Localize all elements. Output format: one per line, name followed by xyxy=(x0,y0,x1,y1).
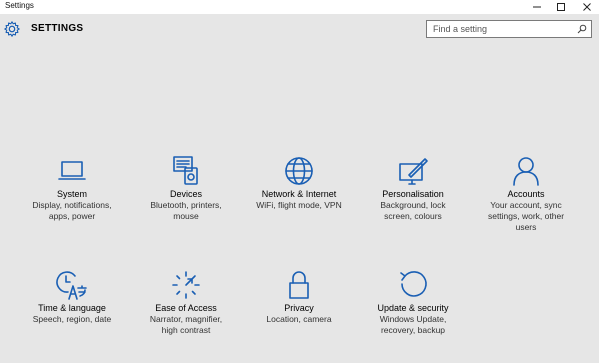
globe-icon xyxy=(285,157,313,185)
tile-devices-name: Devices xyxy=(169,189,202,199)
devices-icon xyxy=(173,156,198,185)
tile-privacy-desc-1: Location, camera xyxy=(266,314,332,324)
tile-ease-of-access-name: Ease of Access xyxy=(155,303,217,313)
tile-update-security-desc-1: Windows Update, xyxy=(379,314,447,324)
lock-icon xyxy=(289,271,309,299)
search-input[interactable]: Find a setting xyxy=(426,20,592,38)
tile-ease-of-access-desc-2: high contrast xyxy=(161,325,211,335)
maximize-button[interactable] xyxy=(548,0,574,14)
tile-network-desc-1: WiFi, flight mode, VPN xyxy=(256,200,342,210)
tile-update-security-name: Update & security xyxy=(377,303,449,313)
gear-icon xyxy=(4,21,20,37)
tile-system-desc-1: Display, notifications, xyxy=(32,200,112,210)
laptop-icon xyxy=(58,161,86,180)
tile-privacy[interactable]: Privacy Location, camera xyxy=(244,270,354,325)
personalisation-icon xyxy=(399,158,428,185)
title-bar: Settings xyxy=(0,0,599,14)
tile-accounts-desc-3: users xyxy=(515,222,537,232)
tile-system-name: System xyxy=(56,189,87,199)
tile-accounts-desc-1: Your account, sync xyxy=(490,200,562,210)
search-placeholder: Find a setting xyxy=(433,24,488,34)
tile-accounts-desc-2: settings, work, other xyxy=(487,211,565,221)
tile-system[interactable]: System Display, notifications, apps, pow… xyxy=(17,156,127,222)
page-title: SETTINGS xyxy=(31,23,84,34)
tile-devices[interactable]: Devices Bluetooth, printers, mouse xyxy=(131,156,241,222)
maximize-icon xyxy=(557,3,565,11)
tile-privacy-name: Privacy xyxy=(284,303,314,313)
close-button[interactable] xyxy=(574,0,599,14)
tile-devices-desc-2: mouse xyxy=(173,211,199,221)
tile-personalisation-desc-2: screen, colours xyxy=(384,211,442,221)
ease-of-access-icon xyxy=(172,271,200,299)
person-icon xyxy=(513,157,539,186)
minimize-icon xyxy=(533,6,541,8)
tile-time-language[interactable]: Time & language Speech, region, date xyxy=(17,270,127,325)
tile-personalisation[interactable]: Personalisation Background, lock screen,… xyxy=(358,156,468,222)
tile-network-name: Network & Internet xyxy=(261,189,337,199)
tile-accounts-name: Accounts xyxy=(507,189,545,199)
time-language-icon xyxy=(56,271,87,300)
tile-ease-of-access-desc-1: Narrator, magnifier, xyxy=(149,314,223,324)
close-icon xyxy=(583,3,591,11)
tile-devices-desc-1: Bluetooth, printers, xyxy=(150,200,222,210)
tile-update-security-desc-2: recovery, backup xyxy=(380,325,446,335)
tile-time-language-name: Time & language xyxy=(38,303,106,313)
tile-ease-of-access[interactable]: Ease of Access Narrator, magnifier, high… xyxy=(131,270,241,336)
tile-system-desc-2: apps, power xyxy=(48,211,96,221)
tile-personalisation-desc-1: Background, lock xyxy=(380,200,446,210)
window-title: Settings xyxy=(5,1,34,10)
update-icon xyxy=(400,271,427,297)
tile-personalisation-name: Personalisation xyxy=(382,189,444,199)
tile-network[interactable]: Network & Internet WiFi, flight mode, VP… xyxy=(244,156,354,211)
minimize-button[interactable] xyxy=(524,0,550,14)
tile-update-security[interactable]: Update & security Windows Update, recove… xyxy=(358,270,468,336)
search-icon[interactable] xyxy=(577,24,587,34)
tile-accounts[interactable]: Accounts Your account, sync settings, wo… xyxy=(471,156,581,233)
tile-time-language-desc-1: Speech, region, date xyxy=(32,314,112,324)
